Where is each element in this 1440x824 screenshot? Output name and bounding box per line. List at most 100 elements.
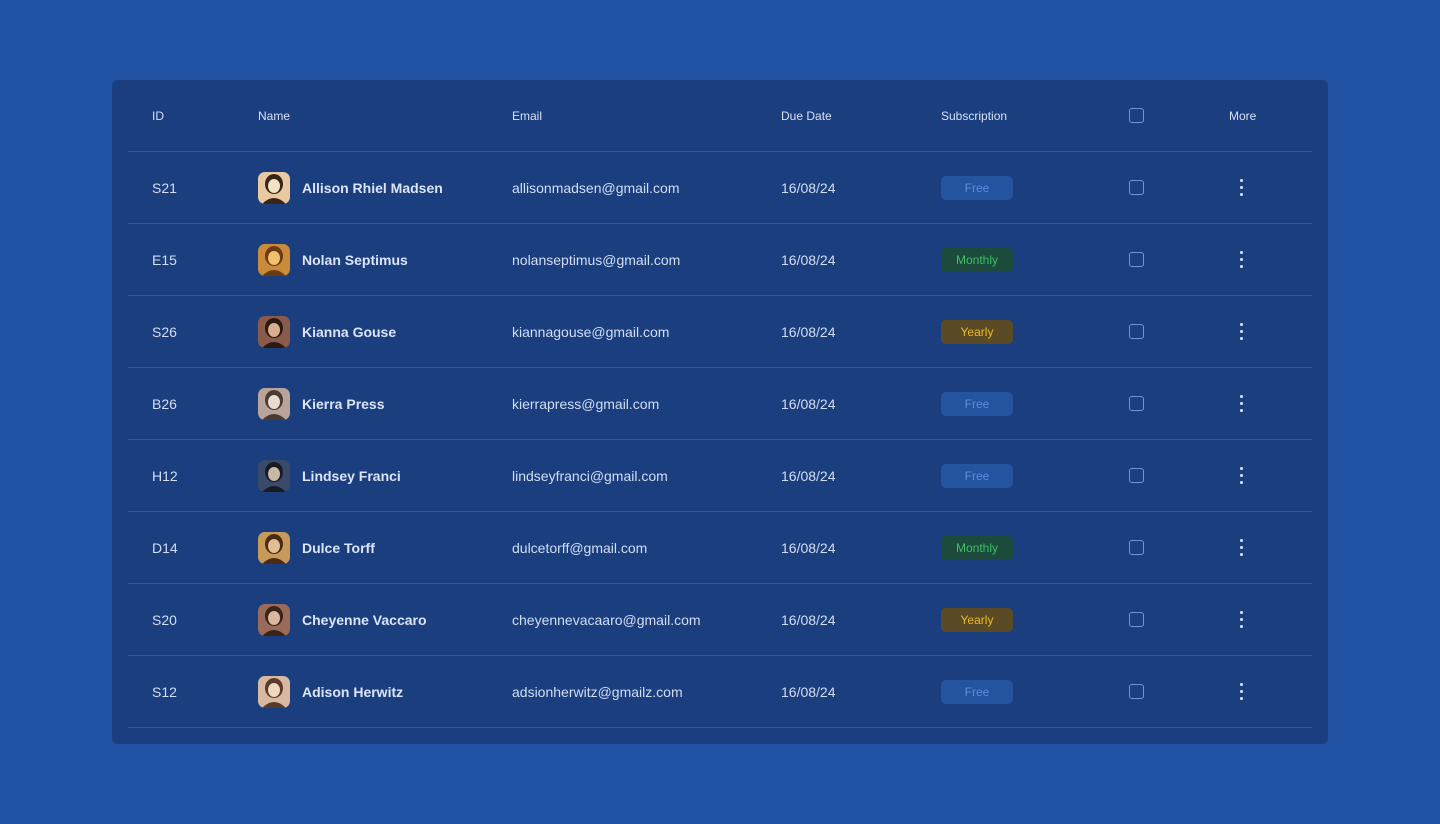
header-due-date[interactable]: Due Date [781,80,832,151]
user-name[interactable]: Cheyenne Vaccaro [302,612,427,628]
cell-select [1129,152,1144,223]
cell-name: Allison Rhiel Madsen [258,152,443,223]
cell-name: Cheyenne Vaccaro [258,584,427,655]
cell-name: Dulce Torff [258,512,375,583]
more-vertical-icon[interactable] [1229,392,1253,416]
user-name[interactable]: Kierra Press [302,396,385,412]
cell-due-date: 16/08/24 [781,683,836,700]
avatar [258,243,290,276]
user-name[interactable]: Kianna Gouse [302,324,396,340]
cell-email: lindseyfranci@gmail.com [512,467,668,484]
subscription-badge: Free [941,175,1013,200]
avatar [258,171,290,204]
cell-subscription: Yearly [941,584,1013,655]
header-select [1129,80,1144,151]
cell-more [1229,584,1253,655]
cell-due-date: 16/08/24 [781,611,836,628]
cell-email: adsionherwitz@gmailz.com [512,683,683,700]
row-select-checkbox[interactable] [1129,396,1144,411]
header-name[interactable]: Name [258,80,290,151]
cell-id: E15 [152,251,177,268]
table-header-row: ID Name Email Due Date Subscription More [128,80,1312,152]
user-name[interactable]: Adison Herwitz [302,684,403,700]
cell-subscription: Free [941,440,1013,511]
row-select-checkbox[interactable] [1129,540,1144,555]
row-select-checkbox[interactable] [1129,612,1144,627]
avatar [258,603,290,636]
cell-name: Kianna Gouse [258,296,396,367]
header-more: More [1229,108,1257,123]
cell-id: S20 [152,611,177,628]
table-row[interactable]: H12 Lindsey Franci lindseyfranci@gmail.com… [128,440,1312,512]
cell-id: H12 [152,467,178,484]
cell-select [1129,512,1144,583]
more-vertical-icon[interactable] [1229,176,1253,200]
table-row[interactable]: D14 Dulce Torff dulcetorff@gmail.com 16/08/… [128,512,1312,584]
more-vertical-icon[interactable] [1229,248,1253,272]
table-row[interactable]: S20 Cheyenne Vaccaro cheyennevacaaro@gmail… [128,584,1312,656]
cell-id: B26 [152,395,177,412]
avatar [258,387,290,420]
header-email[interactable]: Email [512,80,542,151]
row-select-checkbox[interactable] [1129,684,1144,699]
table-row[interactable]: S12 Adison Herwitz adsionherwitz@gmailz.co… [128,656,1312,728]
row-select-checkbox[interactable] [1129,180,1144,195]
table-row[interactable]: S26 Kianna Gouse kiannagouse@gmail.com 16/0… [128,296,1312,368]
user-name[interactable]: Lindsey Franci [302,468,401,484]
header-subscription[interactable]: Subscription [941,80,1007,151]
cell-id: S12 [152,683,177,700]
cell-due-date: 16/08/24 [781,251,836,268]
cell-more [1229,440,1253,511]
cell-due-date: 16/08/24 [781,323,836,340]
subscription-badge: Free [941,391,1013,416]
cell-select [1129,440,1144,511]
more-vertical-icon[interactable] [1229,680,1253,704]
cell-subscription: Free [941,152,1013,223]
users-table: ID Name Email Due Date Subscription More… [128,80,1312,728]
subscription-badge: Yearly [941,607,1013,632]
user-name[interactable]: Allison Rhiel Madsen [302,180,443,196]
more-vertical-icon[interactable] [1229,464,1253,488]
cell-id: S26 [152,323,177,340]
cell-email: dulcetorff@gmail.com [512,539,648,556]
cell-select [1129,584,1144,655]
cell-subscription: Yearly [941,296,1013,367]
row-select-checkbox[interactable] [1129,324,1144,339]
cell-select [1129,656,1144,727]
header-id[interactable]: ID [152,80,164,151]
avatar [258,531,290,564]
user-name[interactable]: Nolan Septimus [302,252,408,268]
select-all-checkbox[interactable] [1129,108,1144,123]
cell-email: kiannagouse@gmail.com [512,323,670,340]
subscription-badge: Yearly [941,319,1013,344]
more-vertical-icon[interactable] [1229,608,1253,632]
cell-more [1229,512,1253,583]
user-name[interactable]: Dulce Torff [302,540,375,556]
avatar [258,675,290,708]
cell-due-date: 16/08/24 [781,467,836,484]
cell-email: kierrapress@gmail.com [512,395,660,412]
cell-select [1129,224,1144,295]
cell-more [1229,656,1253,727]
cell-email: nolanseptimus@gmail.com [512,251,681,268]
cell-subscription: Monthly [941,512,1013,583]
cell-due-date: 16/08/24 [781,395,836,412]
more-vertical-icon[interactable] [1229,320,1253,344]
more-vertical-icon[interactable] [1229,536,1253,560]
cell-more [1229,296,1253,367]
cell-email: allisonmadsen@gmail.com [512,179,680,196]
subscription-badge: Free [941,463,1013,488]
table-row[interactable]: S21 Allison Rhiel Madsen allisonmadsen@gma… [128,152,1312,224]
cell-id: S21 [152,179,177,196]
subscription-badge: Monthly [941,535,1013,560]
row-select-checkbox[interactable] [1129,468,1144,483]
table-row[interactable]: B26 Kierra Press kierrapress@gmail.com 16/0… [128,368,1312,440]
row-select-checkbox[interactable] [1129,252,1144,267]
cell-due-date: 16/08/24 [781,539,836,556]
cell-id: D14 [152,539,178,556]
cell-name: Adison Herwitz [258,656,403,727]
cell-email: cheyennevacaaro@gmail.com [512,611,701,628]
cell-more [1229,152,1253,223]
table-row[interactable]: E15 Nolan Septimus nolanseptimus@gmail.com… [128,224,1312,296]
subscription-badge: Monthly [941,247,1013,272]
